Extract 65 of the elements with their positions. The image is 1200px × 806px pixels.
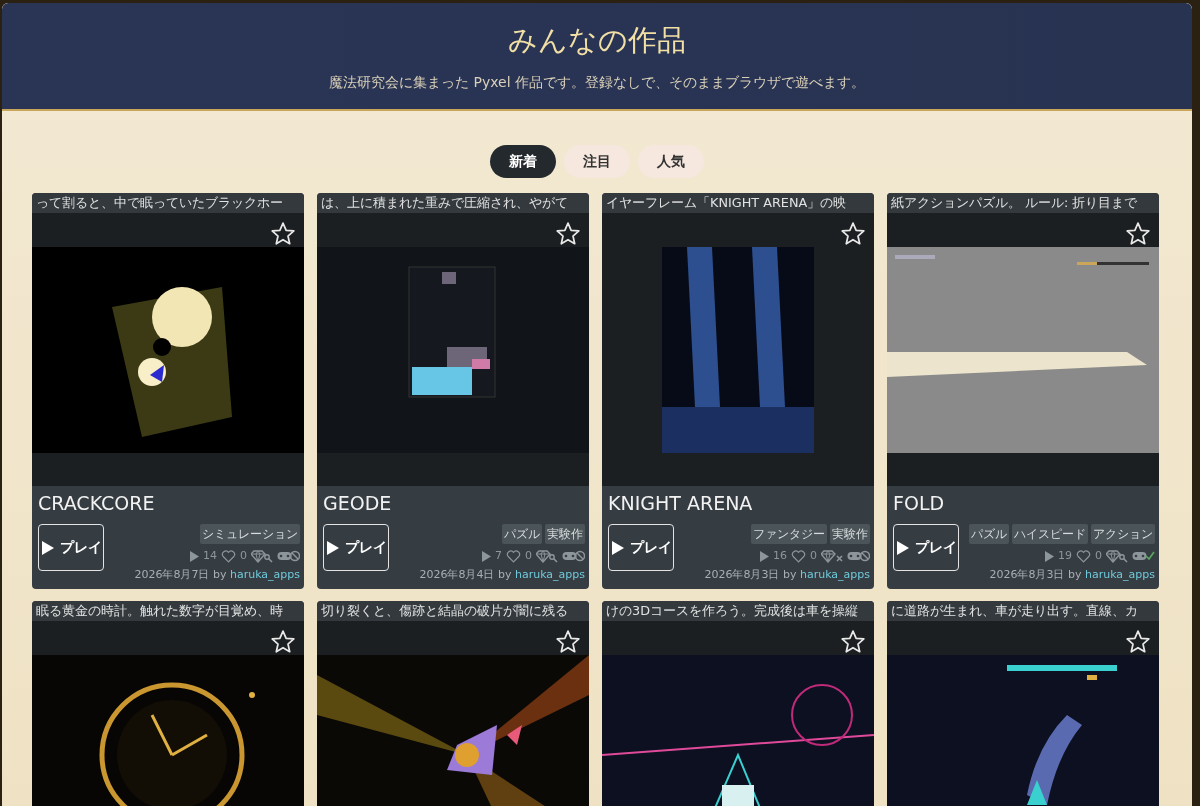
genre-tag: シミュレーション bbox=[200, 524, 300, 544]
play-count: 16 bbox=[773, 548, 787, 564]
game-description: は、上に積まれた重みで圧縮され、やがて bbox=[317, 193, 589, 213]
genre-tag: 実験作 bbox=[830, 524, 870, 544]
author-link[interactable]: haruka_apps bbox=[799, 567, 870, 581]
like-count: 0 bbox=[240, 548, 247, 564]
author-link[interactable]: haruka_apps bbox=[1084, 567, 1155, 581]
game-description: けの3Dコースを作ろう。完成後は車を操縦 bbox=[602, 601, 874, 621]
genre-tag: 実験作 bbox=[545, 524, 585, 544]
filter-tab[interactable]: 注目 bbox=[564, 145, 630, 178]
author-link[interactable]: haruka_apps bbox=[229, 567, 300, 581]
like-count: 0 bbox=[525, 548, 532, 564]
publish-date: 2026年8月4日 by bbox=[419, 567, 512, 581]
page-subtitle: 魔法研究会に集まった Pyxel 作品です。登録なしで、そのままブラウザで遊べます。 bbox=[328, 72, 866, 92]
play-button[interactable]: プレイ bbox=[893, 524, 959, 571]
game-title: GEODE bbox=[322, 491, 393, 516]
publish-date: 2026年8月7日 by bbox=[134, 567, 227, 581]
game-description: に道路が生まれ、車が走り出す。直線、カ bbox=[887, 601, 1159, 621]
play-count-icon bbox=[482, 550, 491, 562]
favorite-star-icon[interactable] bbox=[270, 629, 296, 655]
play-icon bbox=[326, 539, 340, 556]
heart-icon[interactable] bbox=[506, 549, 521, 563]
filter-tab[interactable]: 人気 bbox=[638, 145, 704, 178]
heart-icon[interactable] bbox=[1076, 549, 1091, 563]
page-title: みんなの作品 bbox=[507, 22, 687, 58]
filter-tab[interactable]: 新着 bbox=[490, 145, 556, 178]
play-icon bbox=[896, 539, 910, 556]
play-icon bbox=[611, 539, 625, 556]
game-description: って割ると、中で眠っていたブラックホー bbox=[32, 193, 304, 213]
genre-tag: パズル bbox=[502, 524, 542, 544]
play-button[interactable]: プレイ bbox=[608, 524, 674, 571]
publish-date: 2026年8月3日 by bbox=[704, 567, 797, 581]
game-description: 切り裂くと、傷跡と結晶の破片が闇に残る bbox=[317, 601, 589, 621]
genre-tag: パズル bbox=[969, 524, 1009, 544]
favorite-star-icon[interactable] bbox=[555, 629, 581, 655]
game-description: 紙アクションパズル。 ルール: 折り目まで bbox=[887, 193, 1159, 213]
game-description: 眠る黄金の時計。触れた数字が目覚め、時 bbox=[32, 601, 304, 621]
game-title: FOLD bbox=[892, 491, 946, 516]
like-count: 0 bbox=[810, 548, 817, 564]
play-button[interactable]: プレイ bbox=[38, 524, 104, 571]
game-title: CRACKCORE bbox=[37, 491, 156, 516]
author-link[interactable]: haruka_apps bbox=[514, 567, 585, 581]
genre-tag: ハイスピード bbox=[1012, 524, 1088, 544]
heart-icon[interactable] bbox=[791, 549, 806, 563]
heart-icon[interactable] bbox=[221, 549, 236, 563]
game-description: イヤーフレーム「KNIGHT ARENA」の映 bbox=[602, 193, 874, 213]
play-count-icon bbox=[760, 550, 769, 562]
favorite-star-icon[interactable] bbox=[840, 221, 866, 247]
play-count-icon bbox=[1045, 550, 1054, 562]
favorite-star-icon[interactable] bbox=[840, 629, 866, 655]
favorite-star-icon[interactable] bbox=[1125, 221, 1151, 247]
genre-tag: アクション bbox=[1091, 524, 1155, 544]
play-icon bbox=[41, 539, 55, 556]
play-count: 7 bbox=[495, 548, 502, 564]
publish-date: 2026年8月3日 by bbox=[989, 567, 1082, 581]
genre-tag: ファンタジー bbox=[751, 524, 827, 544]
favorite-star-icon[interactable] bbox=[555, 221, 581, 247]
favorite-star-icon[interactable] bbox=[270, 221, 296, 247]
game-title: KNIGHT ARENA bbox=[607, 491, 754, 516]
play-count: 14 bbox=[203, 548, 217, 564]
play-count: 19 bbox=[1058, 548, 1072, 564]
favorite-star-icon[interactable] bbox=[1125, 629, 1151, 655]
play-count-icon bbox=[190, 550, 199, 562]
like-count: 0 bbox=[1095, 548, 1102, 564]
play-button[interactable]: プレイ bbox=[323, 524, 389, 571]
